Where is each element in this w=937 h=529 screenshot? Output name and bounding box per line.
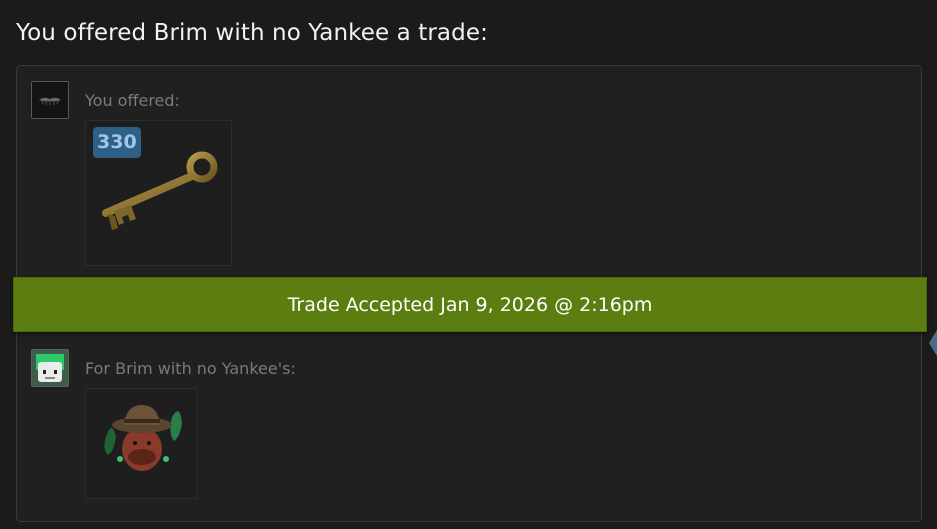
quantity-badge: 330 bbox=[93, 127, 141, 158]
robot-face-avatar-icon bbox=[32, 350, 68, 386]
side-arrow-icon[interactable] bbox=[929, 330, 937, 356]
trade-status-text: Trade Accepted Jan 9, 2026 @ 2:16pm bbox=[287, 293, 653, 316]
you-offered-label: You offered: bbox=[85, 91, 180, 110]
for-partner-label: For Brim with no Yankee's: bbox=[85, 359, 296, 378]
offered-item-tile[interactable]: 330 bbox=[85, 120, 232, 266]
cosmetic-hat-item-icon bbox=[104, 405, 182, 471]
my-avatar[interactable] bbox=[31, 81, 69, 119]
mustache-avatar-icon bbox=[32, 82, 68, 118]
page-title: You offered Brim with no Yankee a trade: bbox=[16, 20, 488, 46]
received-item-tile[interactable] bbox=[85, 388, 197, 499]
trade-status-banner: Trade Accepted Jan 9, 2026 @ 2:16pm bbox=[13, 277, 927, 332]
partner-avatar[interactable] bbox=[31, 349, 69, 387]
